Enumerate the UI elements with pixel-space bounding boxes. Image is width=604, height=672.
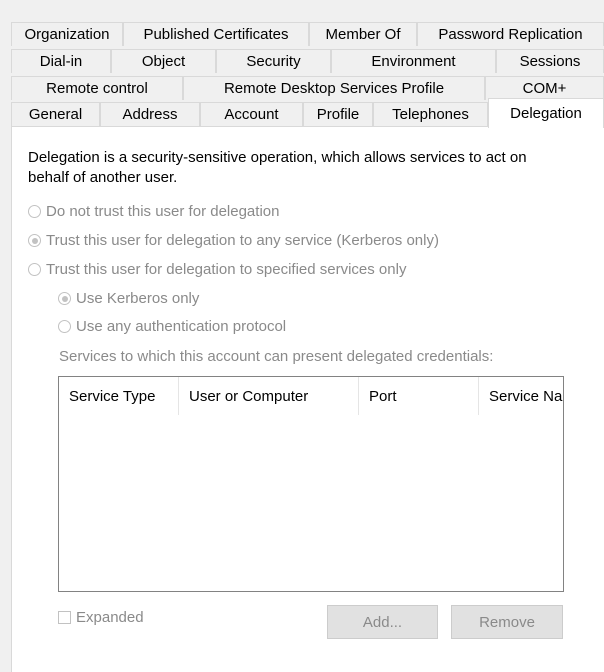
radio-circle-selected-icon	[28, 234, 41, 247]
radio-trust-specified-services[interactable]: Trust this user for delegation to specif…	[28, 261, 406, 278]
radio-label: Do not trust this user for delegation	[46, 203, 280, 220]
tab-member-of[interactable]: Member Of	[309, 22, 417, 46]
services-list-header: Service Type User or Computer Port Servi…	[59, 377, 563, 415]
tab-general[interactable]: General	[11, 102, 100, 126]
radio-label: Trust this user for delegation to specif…	[46, 261, 407, 278]
tab-account[interactable]: Account	[200, 102, 303, 126]
tab-com-plus[interactable]: COM+	[485, 76, 604, 100]
tab-address[interactable]: Address	[100, 102, 200, 126]
delegation-description: Delegation is a security-sensitive opera…	[28, 149, 527, 186]
tab-delegation[interactable]: Delegation	[488, 98, 604, 128]
column-header-port[interactable]: Port	[359, 377, 479, 415]
radio-do-not-trust[interactable]: Do not trust this user for delegation	[28, 203, 279, 220]
radio-use-any-protocol[interactable]: Use any authentication protocol	[58, 318, 286, 335]
expanded-checkbox[interactable]: Expanded	[58, 609, 144, 626]
radio-circle-selected-icon	[58, 292, 71, 305]
radio-trust-any-service[interactable]: Trust this user for delegation to any se…	[28, 232, 439, 249]
column-header-service-type[interactable]: Service Type	[59, 377, 179, 415]
radio-label: Use any authentication protocol	[76, 318, 287, 335]
radio-circle-icon	[28, 205, 41, 218]
tab-object[interactable]: Object	[111, 49, 216, 73]
remove-button[interactable]: Remove	[451, 605, 563, 639]
tab-dial-in[interactable]: Dial-in	[11, 49, 111, 73]
radio-label: Use Kerberos only	[76, 290, 200, 307]
radio-label: Trust this user for delegation to any se…	[46, 232, 439, 249]
radio-circle-icon	[28, 263, 41, 276]
expanded-label: Expanded	[76, 609, 144, 626]
column-header-user-or-computer[interactable]: User or Computer	[179, 377, 359, 415]
radio-use-kerberos-only[interactable]: Use Kerberos only	[58, 290, 199, 307]
tab-profile[interactable]: Profile	[303, 102, 373, 126]
tab-row-1: Organization Published Certificates Memb…	[11, 22, 604, 46]
tab-sessions[interactable]: Sessions	[496, 49, 604, 73]
tab-row-3: Remote control Remote Desktop Services P…	[11, 76, 604, 100]
tab-environment[interactable]: Environment	[331, 49, 496, 73]
tab-password-replication[interactable]: Password Replication	[417, 22, 604, 46]
tab-security[interactable]: Security	[216, 49, 331, 73]
tab-remote-desktop-services-profile[interactable]: Remote Desktop Services Profile	[183, 76, 485, 100]
radio-circle-icon	[58, 320, 71, 333]
tab-organization[interactable]: Organization	[11, 22, 123, 46]
tab-published-certificates[interactable]: Published Certificates	[123, 22, 309, 46]
tab-telephones[interactable]: Telephones	[373, 102, 488, 126]
services-label: Services to which this account can prese…	[59, 348, 494, 365]
column-header-service-name[interactable]: Service Na	[479, 377, 563, 415]
services-list[interactable]: Service Type User or Computer Port Servi…	[58, 376, 564, 592]
tab-row-2: Dial-in Object Security Environment Sess…	[11, 49, 604, 73]
tab-remote-control[interactable]: Remote control	[11, 76, 183, 100]
add-button[interactable]: Add...	[327, 605, 438, 639]
tab-row-4: General Address Account Profile Telephon…	[11, 98, 604, 128]
checkbox-box-icon	[58, 611, 71, 624]
